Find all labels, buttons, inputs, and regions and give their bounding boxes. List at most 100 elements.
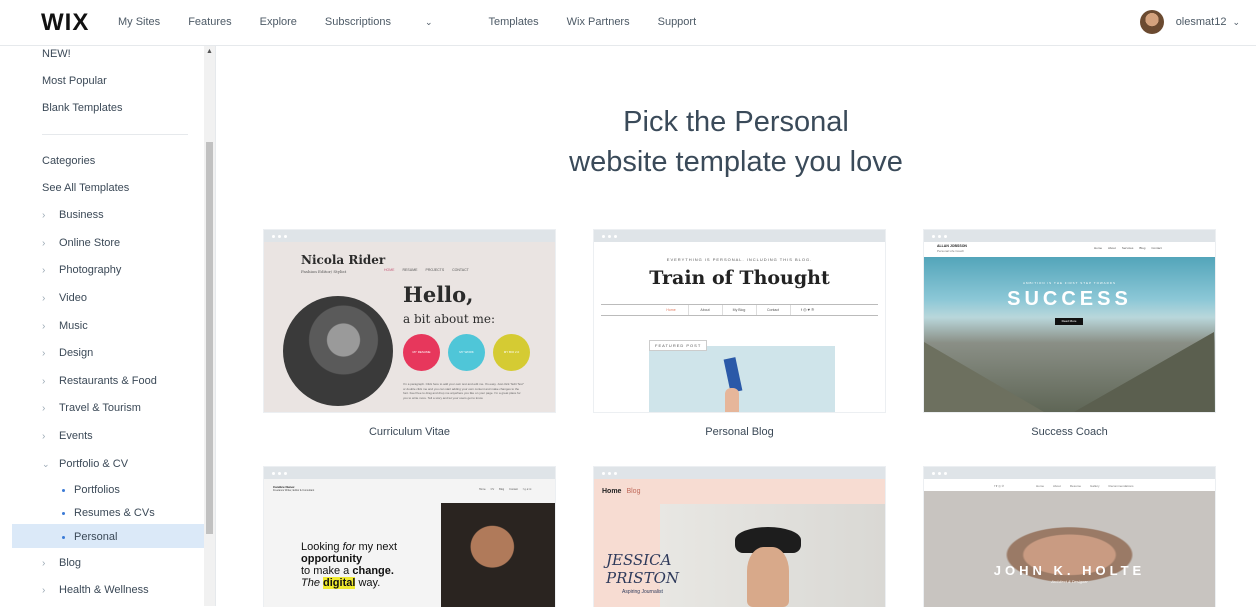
template-caption[interactable]: Success Coach [924, 426, 1215, 438]
template-nav: Home CV Blog Contact f ◎ ♥ ✉ [479, 488, 531, 491]
sidebar-subitem-label: Portfolios [74, 484, 120, 496]
template-tagline: EVERYTHING IS PERSONAL. INCLUDING THIS B… [666, 257, 813, 262]
sidebar-item-restaurants-food[interactable]: › Restaurants & Food [42, 375, 157, 387]
chevron-right-icon: › [42, 557, 46, 569]
template-about: a bit about me: [403, 312, 496, 326]
bullet-icon [62, 488, 65, 492]
nav-features[interactable]: Features [188, 16, 231, 28]
template-hello: Hello, [403, 282, 474, 307]
template-header [924, 242, 1215, 257]
template-thumbnail[interactable]: Home Blog JESSICA PRISTON Aspiring Journ… [594, 467, 885, 607]
featured-image [649, 346, 835, 412]
template-card-curriculum-vitae[interactable]: Nicola Rider Fashion Editor/ Stylist HOM… [264, 230, 555, 450]
template-name-line: JESSICA [606, 551, 672, 569]
user-menu[interactable]: olesmat12 ⌄ [1139, 10, 1240, 34]
avatar[interactable] [1139, 10, 1164, 34]
sidebar-item-music[interactable]: › Music [42, 320, 88, 332]
template-caption[interactable]: Personal Blog [594, 426, 885, 438]
sidebar-subitem-resumes-cvs[interactable]: Resumes & CVs [62, 507, 155, 519]
headline-highlight: digital [323, 577, 356, 589]
template-nav-item: HOME [384, 268, 395, 272]
template-card-john-k-holte[interactable]: f ♥ ◎ ℗ Home About Resume Gallery Recomm… [924, 467, 1215, 607]
template-thumbnail[interactable]: f ♥ ◎ ℗ Home About Resume Gallery Recomm… [924, 467, 1215, 607]
chevron-right-icon: › [42, 430, 46, 442]
nav-templates[interactable]: Templates [489, 16, 539, 28]
sidebar-item-label: Portfolio & CV [59, 458, 129, 470]
sidebar-item-most-popular[interactable]: Most Popular [42, 75, 107, 87]
sidebar-item-label: Business [59, 209, 104, 221]
sidebar-item-events[interactable]: › Events [42, 430, 93, 442]
nav-wix-partners[interactable]: Wix Partners [567, 16, 630, 28]
sidebar-item-label: Design [59, 347, 94, 359]
template-nav-item: Home [655, 305, 689, 315]
sidebar-item-blog[interactable]: › Blog [42, 557, 81, 569]
nav-explore[interactable]: Explore [260, 16, 297, 28]
sidebar-divider [42, 134, 188, 135]
sidebar-subitem-label: Resumes & CVs [74, 507, 155, 519]
template-card-personal-blog[interactable]: EVERYTHING IS PERSONAL. INCLUDING THIS B… [594, 230, 885, 450]
browser-bar [594, 467, 885, 479]
template-thumbnail[interactable]: EVERYTHING IS PERSONAL. INCLUDING THIS B… [594, 230, 885, 412]
browser-bar [264, 467, 555, 479]
sidebar-item-blank-templates[interactable]: Blank Templates [42, 102, 123, 114]
template-nav-item: CV [490, 488, 495, 491]
bullet-icon [62, 535, 65, 539]
hand-photo [725, 388, 739, 412]
template-card-jessica-priston[interactable]: Home Blog JESSICA PRISTON Aspiring Journ… [594, 467, 885, 607]
template-nav-item: Services [1121, 246, 1134, 250]
sidebar-item-design[interactable]: › Design [42, 347, 93, 359]
bullet-icon [62, 511, 65, 515]
template-thumbnail[interactable]: Nicola Rider Fashion Editor/ Stylist HOM… [264, 230, 555, 412]
chevron-down-icon: ⌄ [424, 17, 433, 27]
browser-bar [924, 467, 1215, 479]
chevron-right-icon: › [42, 209, 46, 221]
sidebar-item-label: Music [59, 320, 88, 332]
sidebar-item-new[interactable]: NEW! [42, 48, 71, 60]
sidebar-subitem-portfolios[interactable]: Portfolios [62, 484, 120, 496]
headline-text: to make a [301, 565, 353, 577]
template-nav-item: Gallery [1090, 484, 1100, 488]
categories-heading: Categories [42, 155, 96, 167]
template-role: Architect & Designer [1051, 579, 1088, 584]
template-nav-item: Contact [1151, 246, 1162, 250]
template-nav-item: Home [479, 488, 486, 491]
wix-logo[interactable]: WIX [41, 9, 89, 37]
nav-my-sites[interactable]: My Sites [118, 16, 160, 28]
template-name: JESSICA PRISTON [606, 551, 679, 587]
template-thumbnail[interactable]: ALLAN JOBSSON Personal Life Coach Home A… [924, 230, 1215, 412]
sidebar-item-video[interactable]: › Video [42, 292, 87, 304]
chevron-down-icon: ⌄ [1232, 16, 1240, 27]
sidebar-item-portfolio-cv[interactable]: ⌄ Portfolio & CV [42, 458, 128, 470]
headline-text: opportunity [301, 553, 363, 565]
nav-support[interactable]: Support [658, 16, 697, 28]
sidebar-subitem-personal[interactable]: Personal [62, 531, 117, 543]
browser-bar [594, 230, 885, 242]
template-card-freelance-writer[interactable]: Candice Nunez Freelance Writer, Editor &… [264, 467, 555, 607]
template-nav: Home About Resume Gallery Recommendation… [1036, 484, 1134, 488]
template-card-success-coach[interactable]: ALLAN JOBSSON Personal Life Coach Home A… [924, 230, 1215, 450]
template-caption[interactable]: Curriculum Vitae [264, 426, 555, 438]
chevron-right-icon: › [42, 402, 46, 414]
sidebar-item-online-store[interactable]: › Online Store [42, 237, 120, 249]
scroll-thumb[interactable] [206, 142, 213, 534]
portrait-photo [283, 296, 393, 406]
sidebar-item-health-wellness[interactable]: › Health & Wellness [42, 584, 149, 596]
headline-text: my next [355, 541, 398, 553]
scroll-up-arrow-icon[interactable]: ▲ [204, 46, 215, 57]
template-body-text: I'm a paragraph. Click here to add your … [403, 382, 524, 400]
headline-text: way. [355, 577, 381, 589]
sidebar-item-travel-tourism[interactable]: › Travel & Tourism [42, 402, 141, 414]
sidebar-item-business[interactable]: › Business [42, 209, 104, 221]
template-nav-item: Blog [626, 488, 641, 495]
sidebar-scrollbar[interactable]: ▲ [204, 46, 215, 606]
sidebar-item-photography[interactable]: › Photography [42, 264, 121, 276]
template-thumbnail[interactable]: Candice Nunez Freelance Writer, Editor &… [264, 467, 555, 607]
template-nav: Home About Services Blog Contact [1094, 246, 1162, 250]
sidebar-item-see-all[interactable]: See All Templates [42, 182, 129, 194]
template-nav: Home Blog [602, 488, 640, 495]
template-circle-work: MY WORK [448, 334, 485, 371]
page-title: Pick the Personal website template you l… [216, 102, 1256, 182]
page-title-line1: Pick the Personal [623, 106, 849, 138]
nav-subscriptions[interactable]: Subscriptions ⌄ [325, 16, 461, 28]
template-nav: HOME RESUME PROJECTS CONTACT [384, 268, 469, 272]
